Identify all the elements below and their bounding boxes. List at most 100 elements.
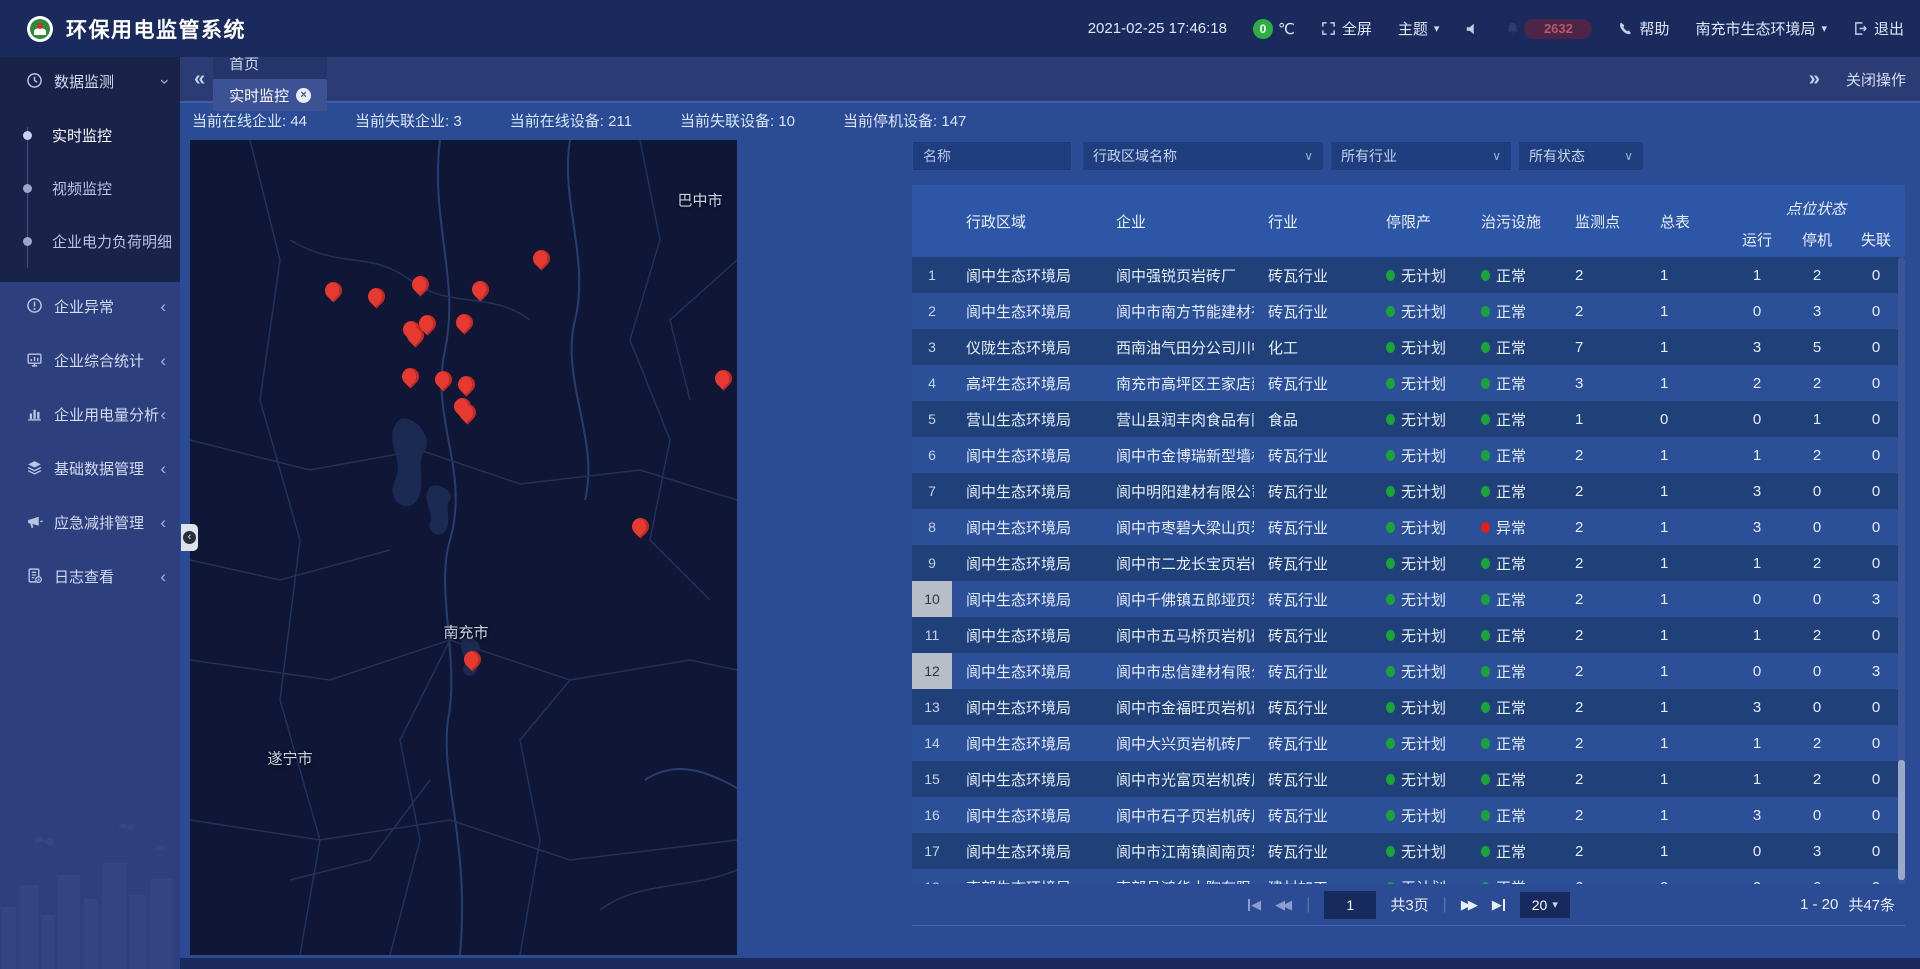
sidebar-collapse-handle[interactable]: ‹: [181, 524, 198, 551]
sidebar-item-1[interactable]: 数据监测‹: [0, 57, 180, 105]
cell-total-meters: 1: [1642, 833, 1727, 869]
cell-monitor-points: 2: [1557, 437, 1642, 473]
cell-monitor-points: 1: [1557, 401, 1642, 437]
tabs-scroll-left-icon[interactable]: «: [194, 69, 205, 89]
name-search-input[interactable]: [912, 141, 1072, 171]
fullscreen-button[interactable]: 全屏: [1321, 18, 1372, 39]
table-row[interactable]: 18南部生态环境局南部县鸿华土陶有限公建材加工无计划正常60060: [912, 869, 1905, 884]
status-dot-icon: [1386, 486, 1395, 497]
tab-bar: « 首页实时监控× » 关闭操作: [180, 57, 1920, 103]
cell-company: 阆中市石子页岩机砖厂: [1102, 797, 1254, 833]
org-dropdown[interactable]: 南充市生态环境局▾: [1695, 18, 1827, 39]
cell-running: 0: [1727, 293, 1787, 329]
cell-running: 3: [1727, 509, 1787, 545]
table-scrollbar[interactable]: [1898, 257, 1905, 884]
cell-stop-plan: 无计划: [1372, 689, 1467, 725]
cell-stop-plan: 无计划: [1372, 437, 1467, 473]
cell-company: 南部县鸿华土陶有限公: [1102, 869, 1254, 884]
prev-page-button[interactable]: ◀◀: [1275, 898, 1292, 911]
sidebar-item-7[interactable]: 日志查看‹: [0, 552, 180, 600]
table-row[interactable]: 3仪陇生态环境局西南油气田分公司川中化工无计划正常71350: [912, 329, 1905, 365]
table-row[interactable]: 7阆中生态环境局阆中明阳建材有限公司砖瓦行业无计划正常21300: [912, 473, 1905, 509]
tabs-scroll-right-icon[interactable]: »: [1809, 69, 1820, 89]
cell-total-meters: 1: [1642, 473, 1727, 509]
filter-select-1[interactable]: 行政区域名称∨: [1082, 141, 1324, 171]
theme-dropdown[interactable]: 主题▾: [1398, 18, 1440, 39]
table-row[interactable]: 6阆中生态环境局阆中市金博瑞新型墙材砖瓦行业无计划正常21120: [912, 437, 1905, 473]
page-number-input[interactable]: [1324, 891, 1376, 919]
table-row[interactable]: 15阆中生态环境局阆中市光富页岩机砖厂砖瓦行业无计划正常21120: [912, 761, 1905, 797]
chevron-down-icon: ∨: [1304, 149, 1313, 163]
cell-industry: 砖瓦行业: [1254, 437, 1372, 473]
mute-button[interactable]: [1465, 22, 1479, 36]
bell-icon: [1505, 21, 1520, 36]
cell-company: 营山县润丰肉食品有限: [1102, 401, 1254, 437]
stat-value: 44: [290, 113, 307, 130]
cell-industry: 砖瓦行业: [1254, 617, 1372, 653]
cell-region: 阆中生态环境局: [952, 653, 1102, 689]
table-row[interactable]: 2阆中生态环境局阆中市南方节能建材有砖瓦行业无计划正常21030: [912, 293, 1905, 329]
table-row[interactable]: 17阆中生态环境局阆中市江南镇阆南页岩砖瓦行业无计划正常21030: [912, 833, 1905, 869]
cell-region: 阆中生态环境局: [952, 617, 1102, 653]
scrollbar-thumb[interactable]: [1898, 760, 1905, 880]
cell-halted: 1: [1787, 401, 1847, 437]
table-row[interactable]: 13阆中生态环境局阆中市金福旺页岩机砖砖瓦行业无计划正常21300: [912, 689, 1905, 725]
close-icon[interactable]: ×: [296, 88, 311, 103]
cell-facility-status: 正常: [1467, 293, 1557, 329]
filter-select-3[interactable]: 所有状态∨: [1518, 141, 1644, 171]
row-index: 1: [912, 257, 952, 293]
cell-facility-status: 正常: [1467, 329, 1557, 365]
table-row[interactable]: 8阆中生态环境局阆中市枣碧大梁山页岩砖瓦行业无计划异常21300: [912, 509, 1905, 545]
cell-running: 3: [1727, 329, 1787, 365]
notifications-button[interactable]: 2632: [1505, 19, 1592, 39]
table-row[interactable]: 1阆中生态环境局阆中强锐页岩砖厂砖瓦行业无计划正常21120: [912, 257, 1905, 293]
close-operations-button[interactable]: 关闭操作: [1846, 69, 1906, 90]
first-page-button[interactable]: ◀: [1247, 898, 1261, 911]
table-row[interactable]: 9阆中生态环境局阆中市二龙长宝页岩砖砖瓦行业无计划正常21120: [912, 545, 1905, 581]
tab-实时监控[interactable]: 实时监控 ×: [213, 79, 327, 111]
cell-lost: 0: [1847, 473, 1905, 509]
cell-total-meters: 1: [1642, 509, 1727, 545]
tab-label: 实时监控: [229, 85, 289, 106]
next-page-button[interactable]: ▶▶: [1461, 898, 1478, 911]
status-dot-icon: [1481, 666, 1490, 677]
stat-item: 当前在线企业: 44: [192, 110, 307, 131]
cell-facility-status: 正常: [1467, 437, 1557, 473]
help-button[interactable]: 帮助: [1618, 18, 1669, 39]
filter-select-2[interactable]: 所有行业∨: [1330, 141, 1512, 171]
chevron-left-icon: ‹: [160, 460, 166, 477]
table-row[interactable]: 10阆中生态环境局阆中千佛镇五郎垭页岩砖瓦行业无计划正常21003: [912, 581, 1905, 617]
table-row[interactable]: 11阆中生态环境局阆中市五马桥页岩机砖砖瓦行业无计划正常21120: [912, 617, 1905, 653]
cell-running: 1: [1727, 545, 1787, 581]
fullscreen-icon: [1321, 21, 1336, 36]
sidebar-item-3[interactable]: 企业综合统计‹: [0, 336, 180, 384]
cell-running: 0: [1727, 401, 1787, 437]
logout-button[interactable]: 退出: [1853, 18, 1904, 39]
map-city-label: 南充市: [443, 622, 488, 643]
status-dot-icon: [1386, 342, 1395, 353]
page-size-select[interactable]: 20▾: [1520, 892, 1570, 918]
sidebar-item-4[interactable]: 企业用电量分析‹: [0, 390, 180, 438]
sidebar-subitem-label: 视频监控: [52, 178, 112, 199]
sidebar-item-6[interactable]: 应急减排管理‹: [0, 498, 180, 546]
sidebar-subitem[interactable]: 企业电力负荷明细: [0, 215, 180, 268]
sidebar-subitem[interactable]: 视频监控: [0, 162, 180, 215]
sidebar-item-2[interactable]: 企业异常‹: [0, 282, 180, 330]
cell-company: 阆中市五马桥页岩机砖: [1102, 617, 1254, 653]
table-row[interactable]: 12阆中生态环境局阆中市忠信建材有限公砖瓦行业无计划正常21003: [912, 653, 1905, 689]
table-row[interactable]: 14阆中生态环境局阆中大兴页岩机砖厂砖瓦行业无计划正常21120: [912, 725, 1905, 761]
table-row[interactable]: 4高坪生态环境局南充市高坪区王家店建砖瓦行业无计划正常31220: [912, 365, 1905, 401]
sidebar-item-label: 企业综合统计: [54, 350, 144, 371]
last-page-button[interactable]: ▶: [1492, 898, 1506, 911]
cell-lost: 0: [1847, 689, 1905, 725]
sidebar-subitem[interactable]: 实时监控: [0, 109, 180, 162]
table-row[interactable]: 16阆中生态环境局阆中市石子页岩机砖厂砖瓦行业无计划正常21300: [912, 797, 1905, 833]
stat-item: 当前失联设备: 10: [680, 110, 795, 131]
sidebar-item-5[interactable]: 基础数据管理‹: [0, 444, 180, 492]
cell-company: 南充市高坪区王家店建: [1102, 365, 1254, 401]
cell-halted: 3: [1787, 833, 1847, 869]
map-panel[interactable]: 巴中市南充市遂宁市: [190, 140, 737, 955]
cell-running: 0: [1727, 581, 1787, 617]
cell-lost: 0: [1847, 257, 1905, 293]
table-row[interactable]: 5营山生态环境局营山县润丰肉食品有限食品无计划正常10010: [912, 401, 1905, 437]
